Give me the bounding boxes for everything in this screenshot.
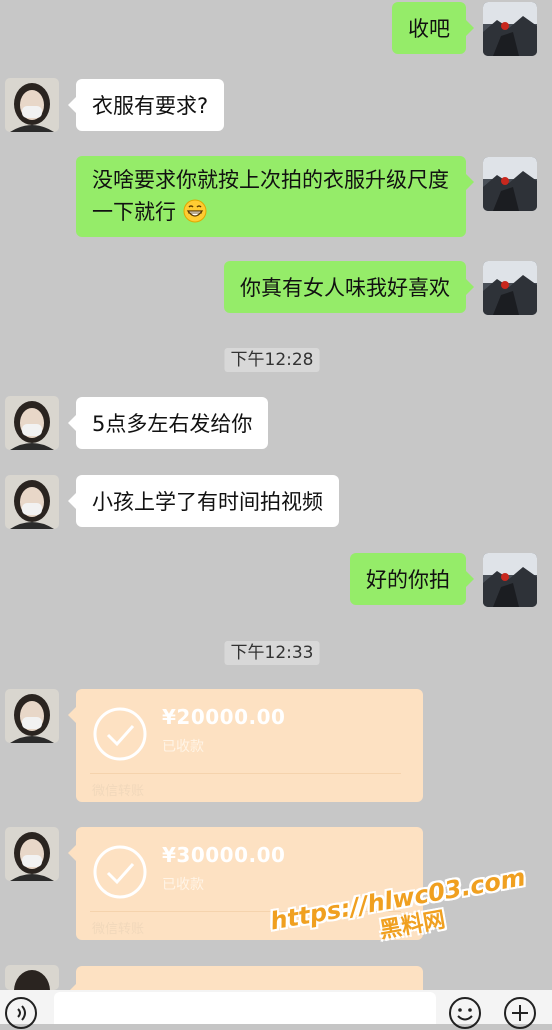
input-bar	[0, 990, 552, 1029]
message-text: 你真有女人味我好喜欢	[240, 276, 450, 300]
contact-avatar[interactable]	[5, 827, 59, 881]
message-text: 衣服有要求?	[92, 94, 209, 118]
timestamp: 下午12:28	[224, 348, 320, 372]
my-avatar[interactable]	[483, 2, 537, 56]
plus-icon[interactable]	[503, 996, 537, 1030]
divider	[90, 773, 401, 774]
message-bubble-incoming[interactable]: 衣服有要求?	[67, 79, 225, 131]
contact-avatar[interactable]	[5, 965, 59, 990]
message-text: 收吧	[408, 17, 450, 41]
transfer-label: 微信转账	[92, 784, 145, 799]
contact-avatar[interactable]	[5, 78, 59, 132]
message-input[interactable]	[54, 992, 436, 1024]
message-bubble-outgoing[interactable]: 没啥要求你就按上次拍的衣服升级尺度一下就行	[76, 156, 474, 237]
emoji-icon[interactable]	[448, 996, 482, 1030]
timestamp: 下午12:33	[224, 641, 320, 665]
transfer-card[interactable]: ¥20000.00 已收款 微信转账	[68, 689, 423, 802]
chat-area[interactable]: 收吧 衣服有要求? 没啥要求你就按上次拍的衣服升级尺度一下就行 你真有女人味我好…	[0, 0, 552, 1029]
transfer-card[interactable]: ¥30000.00 已收款 微信转账	[68, 827, 423, 940]
contact-avatar[interactable]	[5, 689, 59, 743]
voice-icon[interactable]	[4, 996, 38, 1030]
message-bubble-outgoing[interactable]: 收吧	[392, 2, 474, 54]
divider	[90, 911, 401, 912]
message-bubble-outgoing[interactable]: 好的你拍	[350, 553, 474, 605]
message-bubble-incoming[interactable]: 5点多左右发给你	[67, 397, 269, 449]
message-text: 好的你拍	[366, 568, 450, 592]
my-avatar[interactable]	[483, 261, 537, 315]
transfer-amount: ¥30000.00	[162, 843, 286, 867]
transfer-label: 微信转账	[92, 922, 145, 937]
transfer-amount: ¥20000.00	[162, 705, 286, 729]
contact-avatar[interactable]	[5, 396, 59, 450]
my-avatar[interactable]	[483, 553, 537, 607]
message-text: 没啥要求你就按上次拍的衣服升级尺度一下就行	[92, 168, 449, 224]
transfer-status: 已收款	[162, 739, 204, 755]
message-bubble-incoming[interactable]: 小孩上学了有时间拍视频	[68, 475, 339, 527]
my-avatar[interactable]	[483, 157, 537, 211]
check-circle-icon	[93, 707, 147, 761]
message-bubble-outgoing[interactable]: 你真有女人味我好喜欢	[224, 261, 474, 313]
check-circle-icon	[93, 845, 147, 899]
contact-avatar[interactable]	[5, 475, 59, 529]
message-text: 小孩上学了有时间拍视频	[92, 490, 323, 514]
grinning-face-emoji	[183, 199, 207, 223]
transfer-status: 已收款	[162, 877, 204, 893]
transfer-card-partial[interactable]	[68, 966, 423, 1000]
message-text: 5点多左右发给你	[92, 412, 253, 436]
